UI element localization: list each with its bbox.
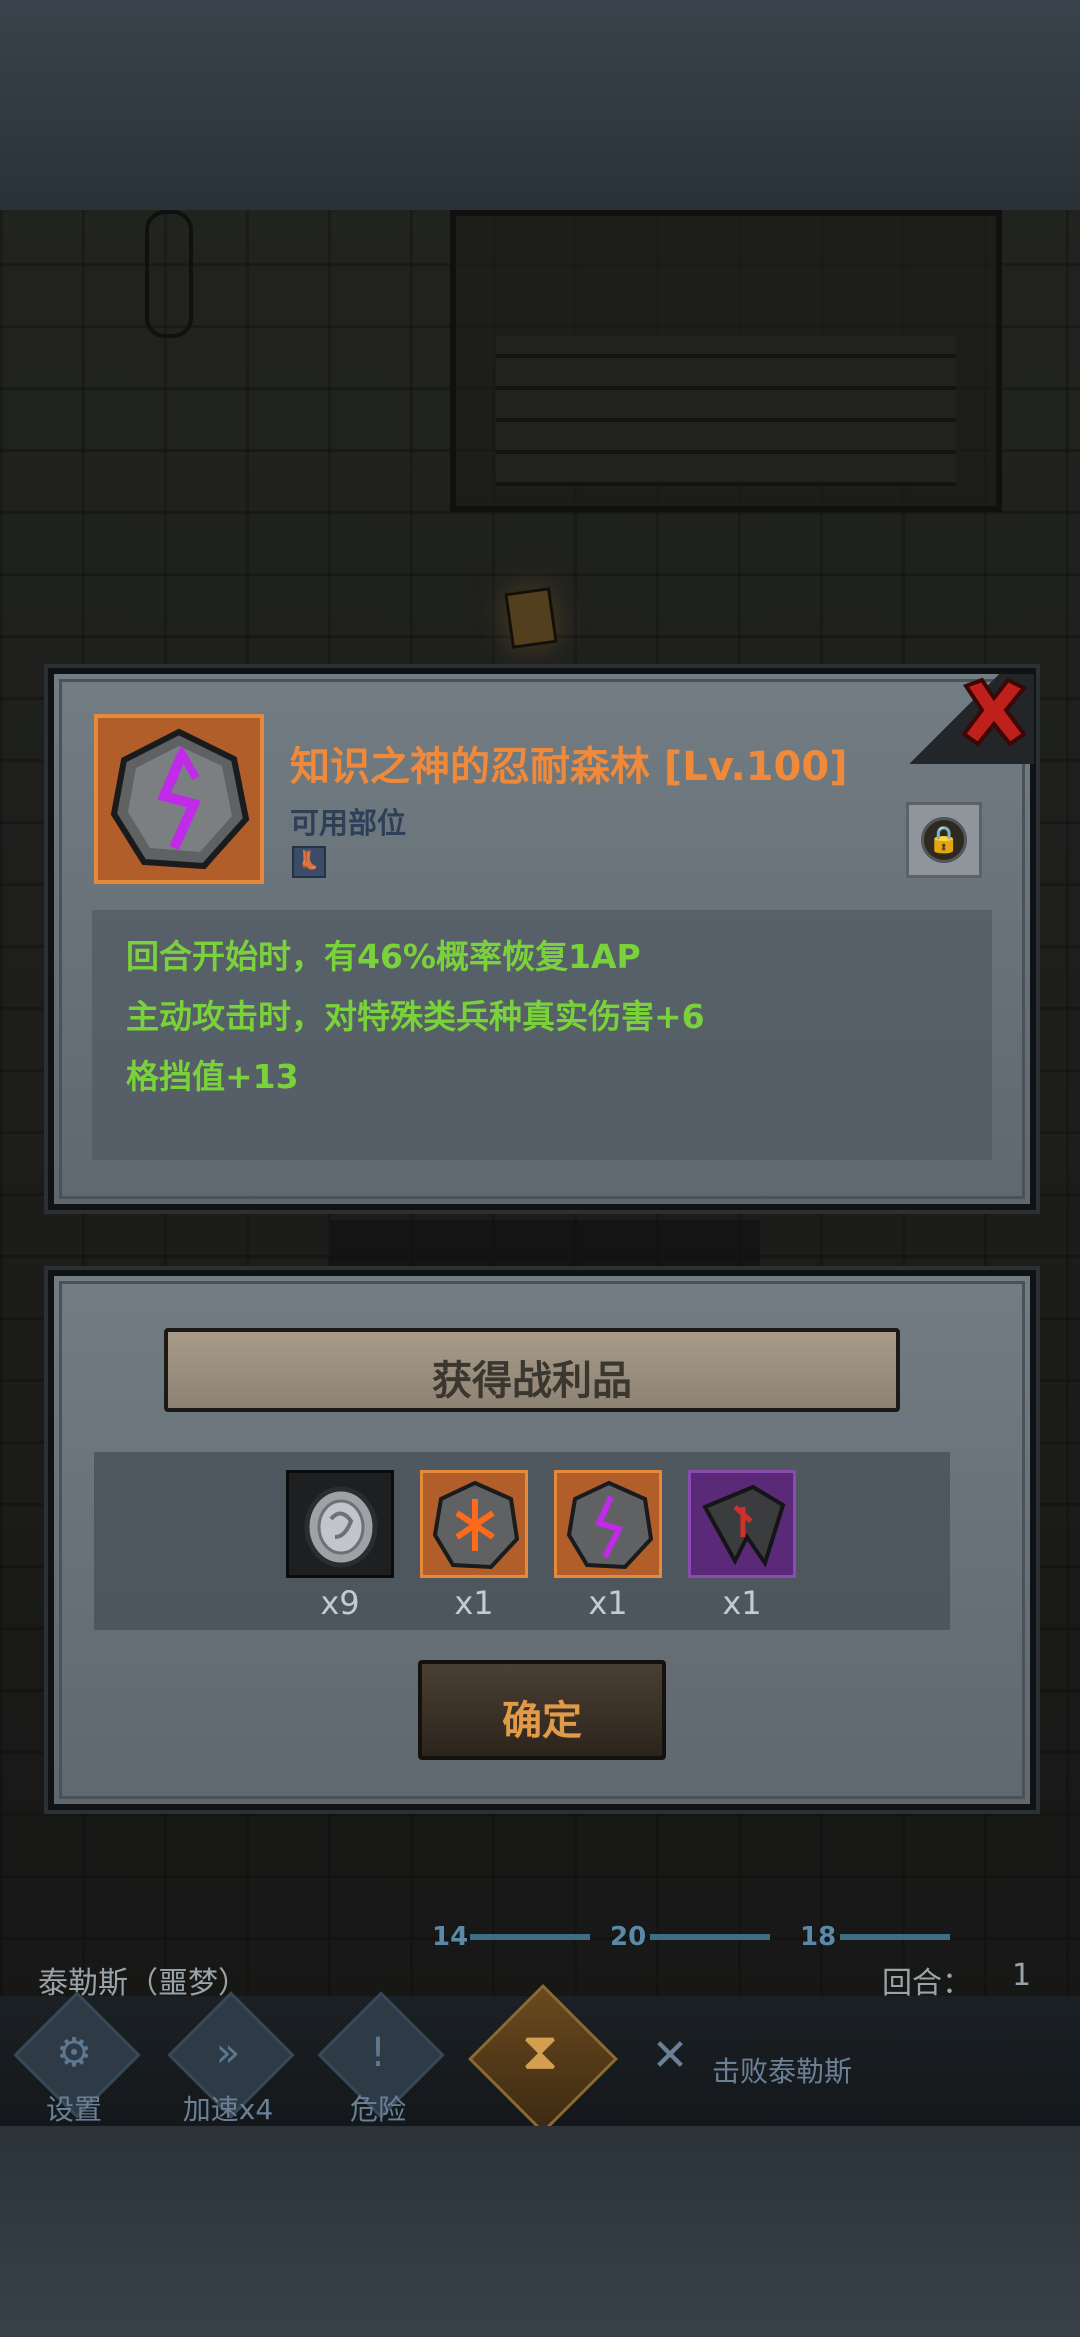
slot-label: 可用部位 <box>290 806 407 840</box>
gear-icon: ⚙ <box>56 2030 92 2076</box>
item-detail-panel: 知识之神的忍耐森林 [Lv.100] 可用部位 👢 🔒 回合开始时，有46%概率… <box>48 668 1036 1210</box>
lock-icon: 🔒 <box>927 825 961 855</box>
loot-title-banner: 获得战利品 <box>164 1328 900 1412</box>
unit-hp-bar <box>470 1934 590 1940</box>
speed-label: 加速x4 <box>182 2093 274 2126</box>
purple-rune-stone-icon <box>110 728 250 870</box>
top-letterbox <box>0 0 1080 210</box>
settings-label: 设置 <box>45 2093 102 2126</box>
loot-item[interactable] <box>420 1470 528 1578</box>
loot-count: x1 <box>722 1584 762 1622</box>
loot-count: x1 <box>454 1584 494 1622</box>
end-turn-button[interactable]: ⧗ <box>468 1984 618 2134</box>
unit-hp-bar <box>650 1934 770 1940</box>
close-button[interactable] <box>954 672 1034 752</box>
unit-hp-value: 14 <box>432 1922 469 1952</box>
round-value: 1 <box>1012 1958 1032 1993</box>
boots-icon: 👢 <box>292 846 326 878</box>
speed-button[interactable]: » 加速x4 <box>167 1991 295 2126</box>
loot-count: x1 <box>588 1584 628 1622</box>
fast-forward-icon: » <box>215 2030 241 2076</box>
settings-button[interactable]: ⚙ 设置 <box>13 1991 141 2126</box>
bottom-letterbox <box>0 2126 1080 2337</box>
close-icon <box>961 677 1028 747</box>
stat-line: 主动攻击时，对特殊类兵种真实伤害+6 <box>126 997 705 1036</box>
danger-button[interactable]: ! 危险 <box>317 1991 445 2126</box>
loot-title: 获得战利品 <box>432 1358 632 1404</box>
purple-rune-stone-icon <box>566 1480 654 1570</box>
crossed-swords-icon: ✕ <box>651 2030 689 2081</box>
silver-coin-icon <box>304 1486 378 1568</box>
dark-shard-icon <box>702 1484 786 1568</box>
orange-rune-stone-icon <box>432 1480 520 1570</box>
loot-count: x9 <box>320 1584 360 1622</box>
stat-line: 格挡值+13 <box>126 1057 299 1096</box>
loot-item[interactable] <box>688 1470 796 1578</box>
unit-hp-value: 20 <box>610 1922 647 1952</box>
exclamation-icon: ! <box>369 2030 387 2076</box>
confirm-label: 确定 <box>502 1698 582 1744</box>
hourglass-icon: ⧗ <box>521 2022 559 2082</box>
item-icon-frame <box>94 714 264 884</box>
loot-item[interactable] <box>286 1470 394 1578</box>
unit-hp-bar <box>840 1934 950 1940</box>
lock-button[interactable]: 🔒 <box>906 802 982 878</box>
loot-item[interactable] <box>554 1470 662 1578</box>
confirm-button[interactable]: 确定 <box>418 1660 666 1760</box>
item-name: 知识之神的忍耐森林 [Lv.100] <box>290 744 848 790</box>
objective-text: 击败泰勒斯 <box>712 2055 853 2088</box>
stat-line: 回合开始时，有46%概率恢复1AP <box>126 937 641 976</box>
item-stats: 回合开始时，有46%概率恢复1AP 主动攻击时，对特殊类兵种真实伤害+6 格挡值… <box>92 910 992 1160</box>
unit-hp-value: 18 <box>800 1922 837 1952</box>
loot-panel: 获得战利品 x9 x1 x1 x1 确定 <box>48 1270 1036 1810</box>
danger-label: 危险 <box>349 2093 406 2126</box>
